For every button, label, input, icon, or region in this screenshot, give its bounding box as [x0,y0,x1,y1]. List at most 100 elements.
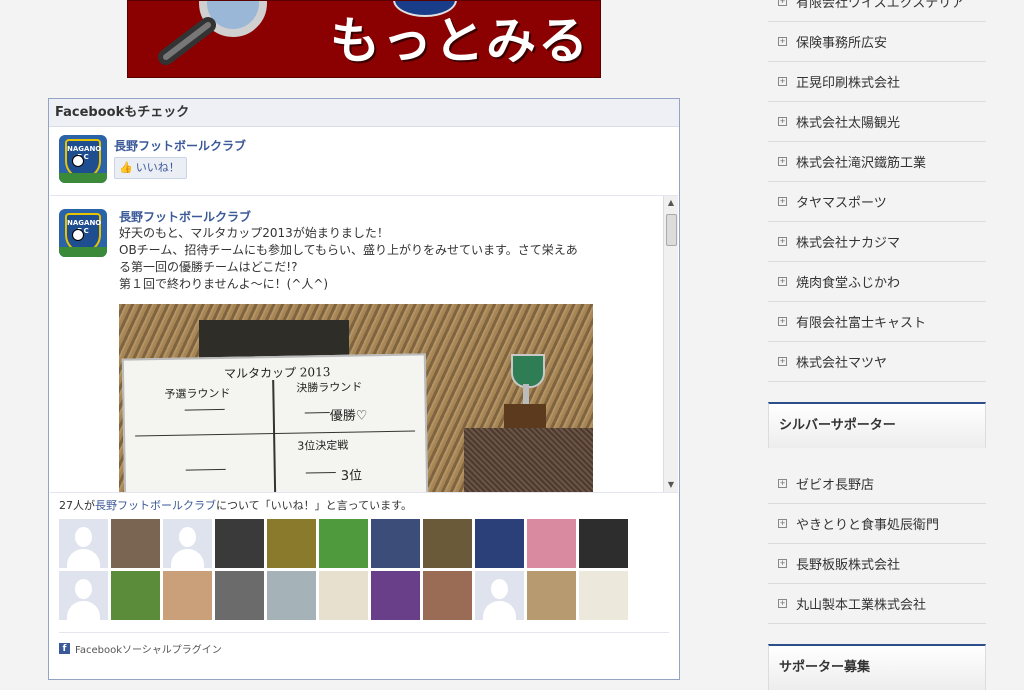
banner-text: もっとみる [330,12,590,70]
sponsor-item[interactable]: + 株式会社太陽観光 [768,102,986,142]
sponsor-item[interactable]: + 株式会社マツヤ [768,342,986,382]
magnifier-icon [158,1,267,65]
post-text: 好天のもと、マルタカップ2013が始まりました！ OBチーム、招待チームにも参加… [119,225,619,293]
sponsor-item[interactable]: + やきとりと食事処辰衛門 [768,504,986,544]
fan-avatar[interactable] [475,519,524,568]
whiteboard: マルタカップ 2013 予選ラウンド 決勝ラウンド 優勝♡ 3位決定戦 3位 [121,353,429,492]
plus-box-icon: + [778,277,787,286]
sponsor-name: 長野板販株式会社 [796,558,901,573]
sponsor-item[interactable]: + 正晃印刷株式会社 [768,62,986,102]
facebook-header: Facebookもチェック [49,99,679,127]
facebook-footer: f Facebookソーシャルプラグイン [59,632,669,663]
sponsor-item[interactable]: + 株式会社ナカジマ [768,222,986,262]
fan-avatar[interactable] [163,571,212,620]
sponsor-item[interactable]: + 有限会社ワイスエクステリア [768,0,986,22]
sponsor-name: 株式会社マツヤ [796,356,888,371]
page-name-link[interactable]: 長野フットボールクラブ [114,137,246,154]
fan-avatar[interactable] [267,519,316,568]
fans-page-link[interactable]: 長野フットボールクラブ [95,499,216,512]
sponsor-item[interactable]: + 有限会社富士キャスト [768,302,986,342]
sponsor-name: 有限会社富士キャスト [796,316,927,331]
facebook-page-info: NAGANO F.C 長野フットボールクラブ 👍 いいね！ [59,135,659,187]
fan-avatar[interactable] [215,571,264,620]
fan-avatar[interactable] [111,571,160,620]
sponsor-name: 有限会社ワイスエクステリア [796,0,965,11]
silver-supporter-heading: シルバーサポーター [768,402,986,448]
fan-avatar[interactable] [423,571,472,620]
fan-avatar[interactable] [111,519,160,568]
post-author-link[interactable]: 長野フットボールクラブ [119,208,251,225]
scroll-up-icon[interactable]: ▲ [664,196,678,210]
plus-box-icon: + [778,599,787,608]
plus-box-icon: + [778,0,787,6]
fan-avatar[interactable] [423,519,472,568]
like-button-label: いいね！ [135,161,180,174]
fan-avatar[interactable] [579,571,628,620]
post-avatar[interactable]: NAGANO F.C [59,209,107,257]
plus-box-icon: + [778,479,787,488]
sponsor-name: 株式会社太陽観光 [796,116,901,131]
fans-grid [59,519,634,623]
fan-avatar[interactable] [371,571,420,620]
silver-sponsor-list: + ゼビオ長野店 + やきとりと食事処辰衛門 + 長野板販株式会社 + 丸山製本工業株式会社 [768,464,986,624]
plus-box-icon: + [778,237,787,246]
plugin-link[interactable]: Facebookソーシャルプラグイン [75,641,222,656]
sponsor-list: + 有限会社ワイスエクステリア + 保険事務所広安 + 正晃印刷株式会社 + 株式会社太陽観光… [768,0,986,382]
fan-avatar[interactable] [267,571,316,620]
fan-default-avatar[interactable] [59,571,108,620]
fan-avatar[interactable] [371,519,420,568]
plus-box-icon: + [778,519,787,528]
like-button[interactable]: 👍 いいね！ [114,157,187,179]
sponsor-item[interactable]: + 保険事務所広安 [768,22,986,62]
plus-box-icon: + [778,37,787,46]
sponsor-item[interactable]: + 長野板販株式会社 [768,544,986,584]
sponsor-sidebar: + 有限会社ワイスエクステリア + 保険事務所広安 + 正晃印刷株式会社 + 株式会社太陽観光… [768,0,986,690]
club-logo-icon[interactable]: NAGANO F.C [59,135,107,183]
plus-box-icon: + [778,157,787,166]
fan-avatar[interactable] [527,571,576,620]
fan-default-avatar[interactable] [59,519,108,568]
more-banner[interactable]: もっとみる [127,0,601,78]
sponsor-name: やきとりと食事処辰衛門 [796,518,940,533]
fan-default-avatar[interactable] [163,519,212,568]
sponsor-item[interactable]: + タヤマスポーツ [768,182,986,222]
fan-avatar[interactable] [215,519,264,568]
sponsor-item[interactable]: + 焼肉食堂ふじかわ [768,262,986,302]
sponsor-item[interactable]: + 丸山製本工業株式会社 [768,584,986,624]
supporter-recruit-heading[interactable]: サポーター募集 [768,644,986,690]
facebook-icon: f [59,642,70,654]
fans-summary: 27人が長野フットボールクラブについて「いいね！」と言っています。 [59,499,413,512]
post-line: る第一回の優勝チームはどこだ!? [119,260,298,274]
thumbs-up-icon: 👍 [119,161,133,174]
plus-box-icon: + [778,117,787,126]
plus-box-icon: + [778,197,787,206]
sponsor-name: 焼肉食堂ふじかわ [796,276,901,291]
facebook-stream[interactable]: NAGANO F.C 長野フットボールクラブ 好天のもと、マルタカップ2013が… [50,195,678,493]
scroll-thumb[interactable] [666,214,677,246]
sponsor-name: 保険事務所広安 [796,36,888,51]
plus-box-icon: + [778,77,787,86]
fan-default-avatar[interactable] [475,571,524,620]
sponsor-item[interactable]: + 株式会社滝沢鐵筋工業 [768,142,986,182]
sponsor-item[interactable]: + ゼビオ長野店 [768,464,986,504]
sponsor-name: ゼビオ長野店 [796,478,875,493]
sponsor-name: 正晃印刷株式会社 [796,76,901,91]
sponsor-name: 株式会社ナカジマ [796,236,901,251]
plus-box-icon: + [778,317,787,326]
sponsor-name: 株式会社滝沢鐵筋工業 [796,156,927,171]
fan-avatar[interactable] [527,519,576,568]
stream-scrollbar[interactable]: ▲ ▼ [663,196,678,492]
plus-box-icon: + [778,357,787,366]
post-line: 第１回で終わりませんよ～に！(^人^) [119,277,329,291]
plus-box-icon: + [778,559,787,568]
fan-avatar[interactable] [579,519,628,568]
facebook-like-box: Facebookもチェック NAGANO F.C 長野フットボールクラブ 👍 い… [48,98,680,680]
fan-avatar[interactable] [319,571,368,620]
post-line: OBチーム、招待チームにも参加してもらい、盛り上がりをみせています。さて栄えあ [119,243,578,257]
post-line: 好天のもと、マルタカップ2013が始まりました！ [119,226,389,240]
scroll-down-icon[interactable]: ▼ [664,478,678,492]
sponsor-name: タヤマスポーツ [796,196,887,211]
sponsor-name: 丸山製本工業株式会社 [796,598,927,613]
post-photo[interactable]: マルタカップ 2013 予選ラウンド 決勝ラウンド 優勝♡ 3位決定戦 3位 [119,304,593,492]
fan-avatar[interactable] [319,519,368,568]
